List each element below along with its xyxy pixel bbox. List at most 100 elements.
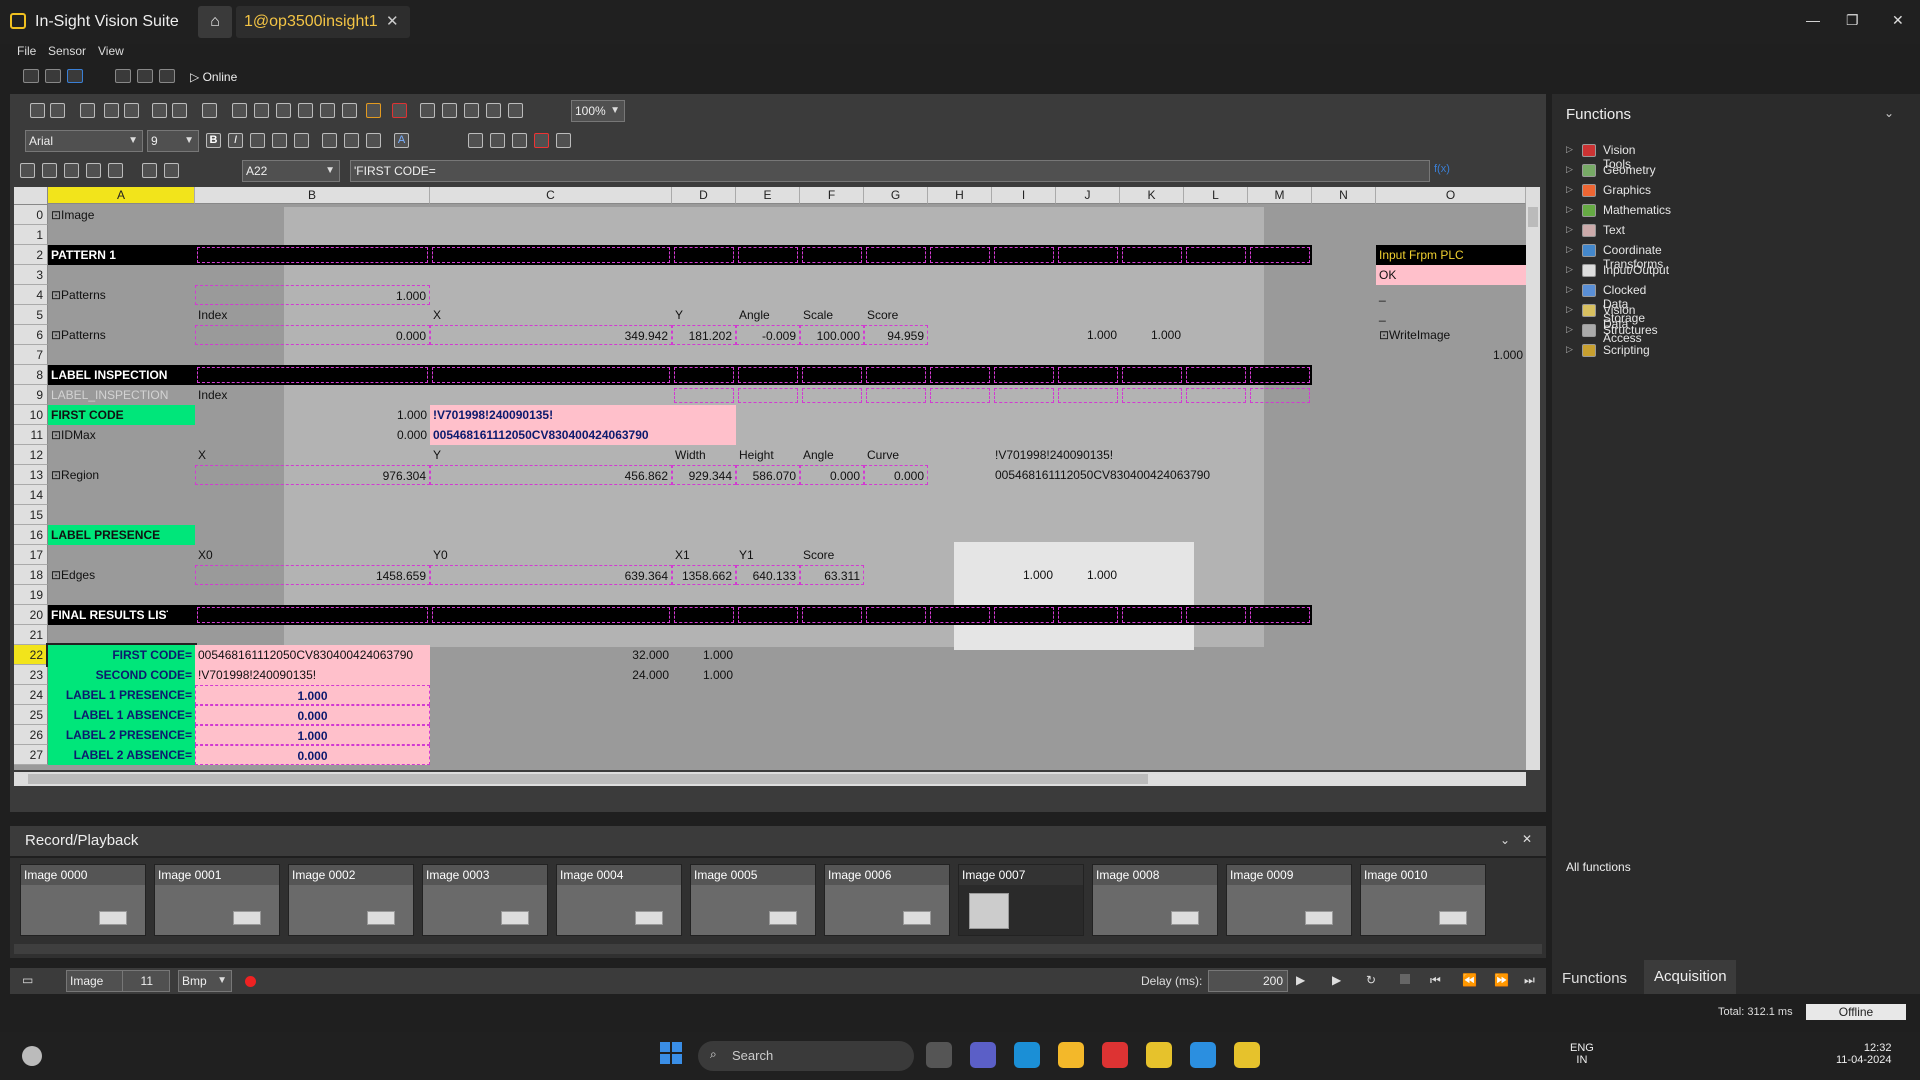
column-header-h[interactable]: H: [928, 187, 992, 204]
edge-icon[interactable]: [1014, 1042, 1040, 1068]
cell-c13[interactable]: 456.862: [430, 465, 672, 485]
cell-state-icon[interactable]: [20, 163, 35, 178]
band-cell-c20[interactable]: [432, 607, 670, 623]
row-header-22[interactable]: 22: [14, 645, 48, 665]
horizontal-scrollbar[interactable]: [14, 772, 1526, 786]
cell-f13[interactable]: 0.000: [800, 465, 864, 485]
cell-a18[interactable]: ⊡Edges: [48, 565, 195, 585]
column-header-o[interactable]: O: [1376, 187, 1526, 204]
expand-icon[interactable]: ▷: [1566, 244, 1573, 255]
bold-icon[interactable]: B: [206, 133, 221, 148]
decimal-icon[interactable]: [344, 133, 359, 148]
image-count-stepper[interactable]: 11: [122, 970, 170, 992]
fill-color-icon[interactable]: [366, 133, 381, 148]
cell-e12[interactable]: Height: [736, 445, 800, 465]
collapse-icon[interactable]: ⌄: [1500, 833, 1510, 847]
cell-e13[interactable]: 586.070: [736, 465, 800, 485]
play-icon[interactable]: ▶: [1332, 973, 1341, 987]
previous-frame-icon[interactable]: ⏪: [1462, 973, 1477, 987]
zoom-fit-icon[interactable]: [276, 103, 291, 118]
cell-c11[interactable]: 005468161112050CV830400424063790: [430, 425, 736, 445]
cell-b11[interactable]: 0.000: [195, 425, 430, 445]
column-header-e[interactable]: E: [736, 187, 800, 204]
cell-a16[interactable]: LABEL PRESENCE: [48, 525, 195, 545]
band-cell-d20[interactable]: [674, 607, 734, 623]
band-cell-l8[interactable]: [1186, 367, 1246, 383]
thumbnail[interactable]: Image 0001: [154, 864, 280, 936]
thumbnail-scrollbar[interactable]: [14, 944, 1542, 954]
snippet-icon[interactable]: [556, 133, 571, 148]
row-header-6[interactable]: 6: [14, 325, 48, 345]
expand-icon[interactable]: ▷: [1566, 264, 1573, 275]
cell-d22[interactable]: 1.000: [672, 645, 736, 665]
band-cell-k8[interactable]: [1122, 367, 1182, 383]
row-header-4[interactable]: 4: [14, 285, 48, 305]
font-select[interactable]: Arial ▼: [25, 130, 143, 152]
dependency-icon[interactable]: [512, 133, 527, 148]
cell-a27[interactable]: LABEL 2 ABSENCE=: [48, 745, 195, 765]
font-color-icon[interactable]: A: [394, 133, 409, 148]
tab-acquisition[interactable]: Acquisition: [1644, 960, 1736, 994]
band-cell-g20[interactable]: [866, 607, 926, 623]
cell-d6[interactable]: 181.202: [672, 325, 736, 345]
cell-b9[interactable]: Index: [195, 385, 430, 405]
zoom-region-icon[interactable]: [298, 103, 313, 118]
cell-b26[interactable]: 1.000: [195, 725, 430, 745]
cell-b18[interactable]: 1458.659: [195, 565, 430, 585]
cell-f6[interactable]: 100.000: [800, 325, 864, 345]
cell-b17[interactable]: X0: [195, 545, 430, 565]
row-header-3[interactable]: 3: [14, 265, 48, 285]
step-icon[interactable]: ▶: [1296, 973, 1305, 987]
row-header-9[interactable]: 9: [14, 385, 48, 405]
horizontal-scroll-thumb[interactable]: [28, 774, 1148, 784]
thumbnail[interactable]: Image 0006: [824, 864, 950, 936]
column-header-a[interactable]: A: [48, 187, 195, 204]
copy-icon[interactable]: [50, 103, 65, 118]
band-cell-f2[interactable]: [802, 247, 862, 263]
vertical-scroll-thumb[interactable]: [1528, 207, 1538, 227]
vertical-scrollbar[interactable]: [1526, 187, 1540, 770]
expand-icon[interactable]: ▷: [1566, 184, 1573, 195]
cell-c18[interactable]: 639.364: [430, 565, 672, 585]
row-header-13[interactable]: 13: [14, 465, 48, 485]
chat-icon[interactable]: [970, 1042, 996, 1068]
graphic-property-icon[interactable]: [86, 163, 101, 178]
taskbar-search[interactable]: ⌕ Search: [698, 1041, 914, 1071]
band-cell-m2[interactable]: [1250, 247, 1310, 263]
cell-a24[interactable]: LABEL 1 PRESENCE=: [48, 685, 195, 705]
band-cell-d8[interactable]: [674, 367, 734, 383]
band-cell-l2[interactable]: [1186, 247, 1246, 263]
row-header-5[interactable]: 5: [14, 305, 48, 325]
custom-view-icon[interactable]: [486, 103, 501, 118]
cell-c6[interactable]: 349.942: [430, 325, 672, 345]
redo-icon[interactable]: [172, 103, 187, 118]
thumbnail[interactable]: Image 0009: [1226, 864, 1352, 936]
next-frame-icon[interactable]: ⏩: [1494, 973, 1509, 987]
row9-cell-j[interactable]: [1058, 388, 1118, 403]
expand-icon[interactable]: ▷: [1566, 304, 1573, 315]
cell-i12[interactable]: !V701998!240090135!: [992, 445, 1252, 465]
spreadsheet-grid[interactable]: A B C D E F G H I J K L M N O 0 1 2 3 4 5 6 7 8 9 10 11 12 13 14 15 16 1…: [14, 187, 1526, 770]
row9-cell-g[interactable]: [866, 388, 926, 403]
band-cell-c2[interactable]: [432, 247, 670, 263]
cell-j18[interactable]: 1.000: [1056, 565, 1120, 585]
column-header-b[interactable]: B: [195, 187, 430, 204]
band-cell-j20[interactable]: [1058, 607, 1118, 623]
band-cell-k20[interactable]: [1122, 607, 1182, 623]
row9-cell-f[interactable]: [802, 388, 862, 403]
warning-icon[interactable]: [534, 133, 549, 148]
insert-column-icon[interactable]: [490, 133, 505, 148]
cell-b23[interactable]: !V701998!240090135!: [195, 665, 430, 685]
row9-cell-k[interactable]: [1122, 388, 1182, 403]
cell-a25[interactable]: LABEL 1 ABSENCE=: [48, 705, 195, 725]
weather-icon[interactable]: [22, 1046, 42, 1066]
column-header-i[interactable]: I: [992, 187, 1056, 204]
band-cell-i2[interactable]: [994, 247, 1054, 263]
last-frame-icon[interactable]: ⏭: [1524, 973, 1535, 988]
expand-icon[interactable]: ▷: [1566, 344, 1573, 355]
align-right-icon[interactable]: [294, 133, 309, 148]
thumbnail[interactable]: Image 0007: [958, 864, 1084, 936]
font-size-select[interactable]: 9 ▼: [147, 130, 199, 152]
row-header-17[interactable]: 17: [14, 545, 48, 565]
cell-o7[interactable]: 1.000: [1376, 345, 1526, 365]
